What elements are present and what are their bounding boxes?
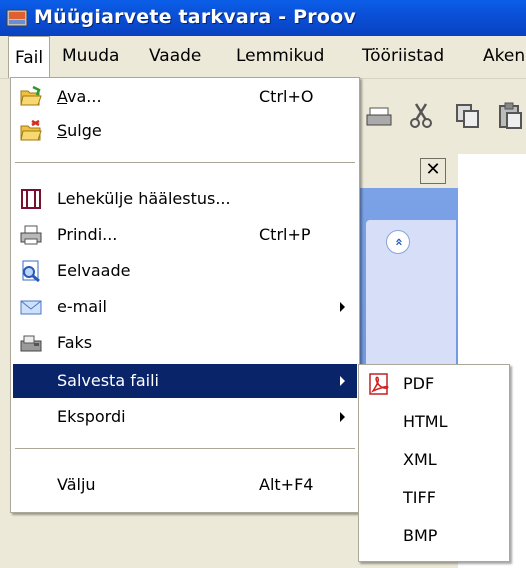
copy-icon[interactable] <box>454 102 482 130</box>
menu-item-email[interactable]: e-mail <box>13 290 357 324</box>
menu-item-salvesta-faili[interactable]: Salvesta faili <box>13 364 357 398</box>
menu-fail[interactable]: Fail <box>8 36 51 78</box>
menu-aken[interactable]: Aken <box>483 46 525 66</box>
menu-item-sulge[interactable]: Sulge <box>13 114 357 148</box>
menu-item-eelvaade[interactable]: Eelvaade <box>13 254 357 288</box>
submenu-arrow-icon <box>340 412 345 422</box>
submenu-item-tiff[interactable]: TIFF <box>361 481 507 515</box>
menu-item-page-setup[interactable]: Lehekülje häälestus... <box>13 182 357 216</box>
close-icon: ✕ <box>425 159 441 180</box>
menu-item-faks[interactable]: Faks <box>13 326 357 360</box>
window-title: Müügiarvete tarkvara - Proov <box>34 6 356 28</box>
menu-item-ekspordi[interactable]: Ekspordi <box>13 400 357 434</box>
menu-bar: Fail Muuda Vaade Lemmikud Tööriistad Ake… <box>0 36 526 79</box>
shortcut-alt-f4: Alt+F4 <box>259 475 314 494</box>
submenu-arrow-icon <box>340 302 345 312</box>
submenu-arrow-icon <box>340 376 345 386</box>
submenu-item-xml[interactable]: XML <box>361 443 507 477</box>
pdf-icon <box>369 373 389 395</box>
submenu-item-pdf[interactable]: PDF <box>361 367 507 401</box>
preview-icon <box>22 260 40 283</box>
print-toolbar-icon[interactable] <box>366 104 394 130</box>
cut-icon[interactable] <box>408 102 436 130</box>
menu-item-ava[interactable]: Ava... Ctrl+O <box>13 80 357 114</box>
menu-item-valju[interactable]: Välju Alt+F4 <box>13 468 357 502</box>
submenu-item-html[interactable]: HTML <box>361 405 507 439</box>
paste-icon[interactable] <box>496 102 524 130</box>
shortcut-ctrl-o: Ctrl+O <box>259 87 314 106</box>
title-bar: Müügiarvete tarkvara - Proov <box>0 0 526 36</box>
page-setup-icon <box>21 189 41 209</box>
menu-separator <box>15 162 355 163</box>
file-menu: Ava... Ctrl+O Sulge Lehekülje häälestus.… <box>10 77 360 513</box>
menu-tooriistad[interactable]: Tööriistad <box>362 46 444 66</box>
fax-icon <box>20 335 42 352</box>
app-icon <box>6 9 28 27</box>
save-to-file-submenu: PDF HTML XML TIFF BMP <box>358 364 510 562</box>
menu-separator <box>15 448 355 449</box>
shortcut-ctrl-p: Ctrl+P <box>259 225 311 244</box>
panel-close-button[interactable]: ✕ <box>420 158 446 184</box>
envelope-icon <box>20 300 42 315</box>
menu-vaade[interactable]: Vaade <box>149 46 201 66</box>
printer-icon <box>20 225 42 245</box>
menu-muuda[interactable]: Muuda <box>62 46 119 66</box>
menu-lemmikud[interactable]: Lemmikud <box>236 46 324 66</box>
submenu-item-bmp[interactable]: BMP <box>361 519 507 553</box>
collapse-chevron-icon[interactable]: « <box>386 230 410 254</box>
menu-item-prindi[interactable]: Prindi... Ctrl+P <box>13 218 357 252</box>
open-folder-icon <box>20 85 42 106</box>
close-folder-icon <box>20 119 42 141</box>
